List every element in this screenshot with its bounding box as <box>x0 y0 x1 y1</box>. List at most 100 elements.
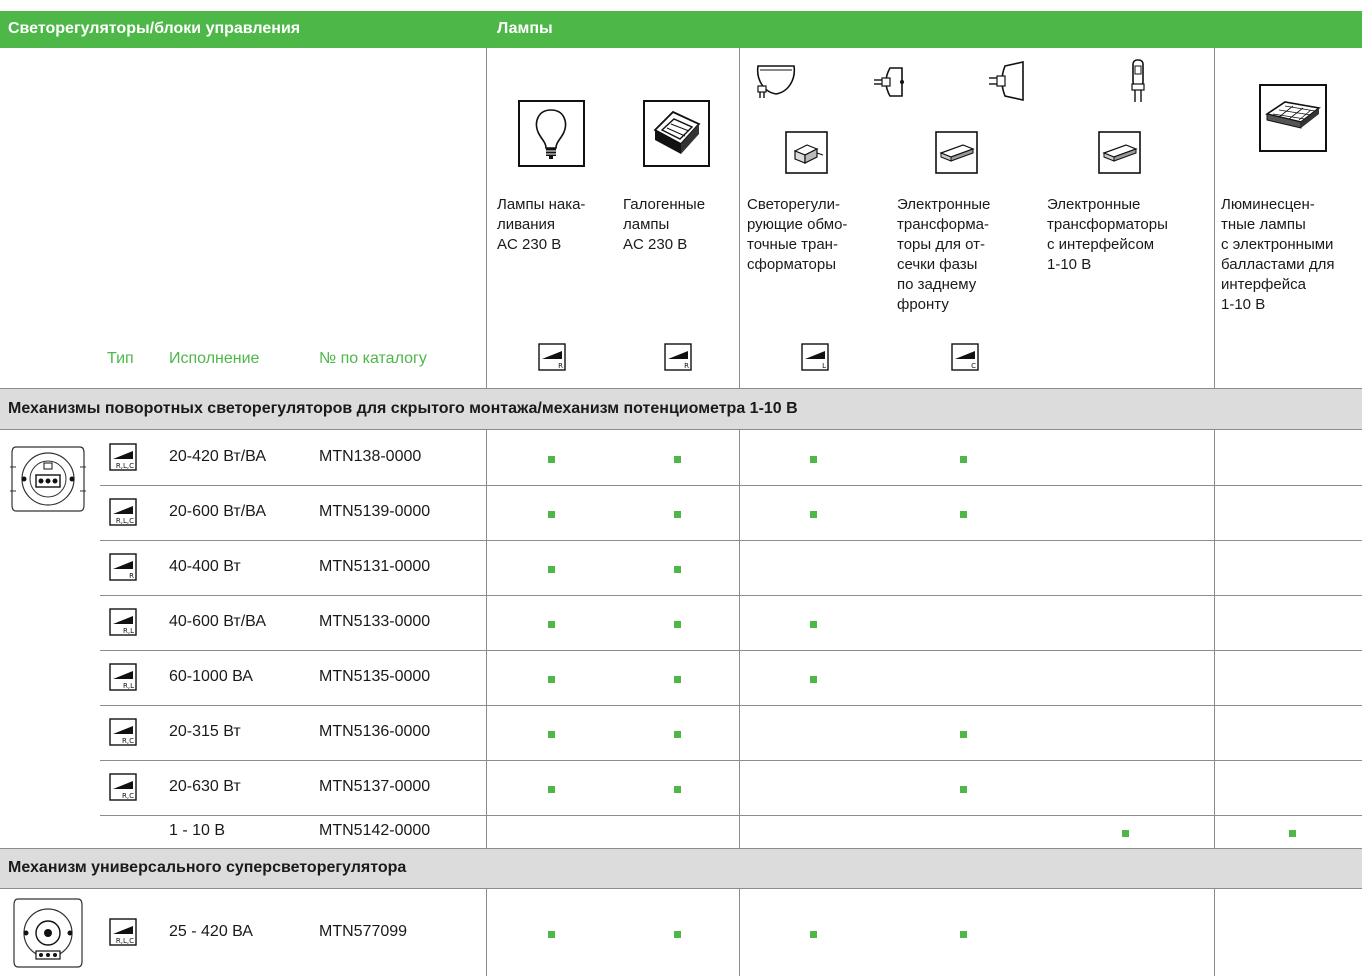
grid-hline <box>0 388 1362 389</box>
catalog-number-cell: MTN5139-0000 <box>319 502 431 520</box>
svg-text:R,C: R,C <box>122 792 134 800</box>
catalog-number-cell: MTN138-0000 <box>319 447 422 465</box>
halogen-lamp-icon <box>643 100 710 167</box>
compatibility-dot <box>674 455 681 463</box>
reflector-lamp-icon <box>756 65 796 98</box>
compatibility-dot <box>548 620 555 628</box>
compatibility-dot <box>810 930 817 938</box>
svg-text:C: C <box>971 362 976 370</box>
dimmer-type-icon: R,L,C <box>109 497 137 526</box>
svg-text:R,L: R,L <box>123 627 134 635</box>
rating-cell: 20-600 Вт/ВА <box>169 502 266 520</box>
column-header-type: Тип <box>107 350 134 367</box>
dimmer-type-icon: R,L <box>109 662 137 691</box>
section-universal-dimmer: Механизм универсального суперсветорегуля… <box>0 848 1362 888</box>
svg-text:R,L: R,L <box>123 682 134 690</box>
svg-text:R,L,C: R,L,C <box>116 462 134 470</box>
grid-vline <box>486 429 487 848</box>
fluorescent-fixture-icon <box>1259 84 1327 152</box>
lamps-header-title: Лампы <box>497 20 553 37</box>
rating-cell: 40-600 Вт/ВА <box>169 612 266 630</box>
grid-vline <box>486 888 487 976</box>
dimmer-type-icon: R,L,C <box>109 442 137 471</box>
dimmer-type-icon: R,L <box>109 607 137 636</box>
electronic-transformer-interface-icon <box>1098 131 1141 174</box>
column-header-catalog: № по каталогу <box>319 350 427 367</box>
grid-vline <box>739 429 740 848</box>
dimmer-type-icon: R,L,C <box>109 917 137 946</box>
rating-cell: 1 - 10 В <box>169 821 226 839</box>
lamp-desc-electronic-transformer-interface: Электронные трансформаторы с интерфейсом… <box>1047 196 1168 273</box>
dimmer-C-icon: C <box>951 343 979 371</box>
dimmers-header-title: Светорегуляторы/блоки управления <box>8 20 301 37</box>
grid-vline <box>739 888 740 976</box>
rating-cell: 60-1000 ВА <box>169 667 253 685</box>
compatibility-dot <box>810 510 817 518</box>
compatibility-dot <box>674 730 681 738</box>
compatibility-dot <box>960 455 967 463</box>
grid-vline <box>1214 48 1215 389</box>
table-header-bar: Светорегуляторы/блоки управления Лампы <box>0 11 1362 48</box>
compatibility-dot <box>810 620 817 628</box>
compatibility-dot <box>960 730 967 738</box>
catalog-number-cell: MTN577099 <box>319 922 408 940</box>
compatibility-dot <box>674 930 681 938</box>
svg-text:R,L,C: R,L,C <box>116 937 134 945</box>
rotary-dimmer-insert-icon <box>10 446 86 512</box>
lamp-desc-incandescent: Лампы нака- ливания AC 230 В <box>497 196 586 253</box>
grid-hline <box>0 888 1362 889</box>
rating-cell: 25 - 420 ВА <box>169 922 253 940</box>
catalog-number-cell: MTN5133-0000 <box>319 612 431 630</box>
svg-text:R,C: R,C <box>122 737 134 745</box>
catalog-number-cell: MTN5131-0000 <box>319 557 431 575</box>
wound-transformer-icon <box>785 131 828 174</box>
grid-vline <box>739 48 740 389</box>
catalog-number-cell: MTN5142-0000 <box>319 821 431 839</box>
universal-dimmer-insert-icon <box>13 898 83 968</box>
compatibility-dot <box>960 510 967 518</box>
compatibility-dot <box>548 785 555 793</box>
electronic-transformer-icon <box>935 131 978 174</box>
dichroic-lamp-icon <box>989 61 1024 101</box>
grid-hline <box>0 429 1362 430</box>
compatibility-dot <box>810 455 817 463</box>
catalog-number-cell: MTN5135-0000 <box>319 667 431 685</box>
section-title: Механизм универсального суперсветорегуля… <box>8 859 407 876</box>
lamp-desc-wound-transformer: Светорегули- рующие обмо- точные тран- с… <box>747 196 848 273</box>
dimmer-type-icon: R,C <box>109 717 137 746</box>
svg-text:L: L <box>822 362 826 370</box>
catalog-number-cell: MTN5137-0000 <box>319 777 431 795</box>
dimmer-R-icon: R <box>664 343 692 371</box>
compatibility-dot <box>548 510 555 518</box>
compatibility-dot <box>548 930 555 938</box>
grid-hline <box>100 705 1362 706</box>
column-header-version: Исполнение <box>169 350 260 367</box>
svg-text:R,L,C: R,L,C <box>116 517 134 525</box>
grid-vline <box>1214 888 1215 976</box>
compatibility-dot <box>674 620 681 628</box>
svg-text:R: R <box>129 572 134 580</box>
compatibility-dot <box>548 455 555 463</box>
rating-cell: 40-400 Вт <box>169 557 241 575</box>
compatibility-dot <box>1289 829 1296 837</box>
compatibility-dot <box>960 930 967 938</box>
dimmer-type-icon: R,C <box>109 772 137 801</box>
incandescent-bulb-icon <box>518 100 585 167</box>
rating-cell: 20-630 Вт <box>169 777 241 795</box>
compatibility-dot <box>674 565 681 573</box>
section-rotary-dimmers: Механизмы поворотных светорегуляторов дл… <box>0 389 1362 429</box>
catalog-number-cell: MTN5136-0000 <box>319 722 431 740</box>
compatibility-dot <box>674 510 681 518</box>
mr-lamp-icon <box>874 67 904 97</box>
lamp-desc-halogen: Галогенные лампы AC 230 В <box>623 196 706 253</box>
grid-hline <box>100 815 1362 816</box>
rating-cell: 20-420 Вт/ВА <box>169 447 266 465</box>
lamp-desc-fluorescent: Люминесцен- тные лампы с электронными ба… <box>1221 196 1335 313</box>
grid-vline <box>1214 429 1215 848</box>
grid-vline <box>486 48 487 389</box>
rating-cell: 20-315 Вт <box>169 722 241 740</box>
svg-text:R: R <box>684 362 689 370</box>
capsule-lamp-icon <box>1131 59 1145 102</box>
compatibility-dot <box>674 785 681 793</box>
svg-text:R: R <box>558 362 563 370</box>
